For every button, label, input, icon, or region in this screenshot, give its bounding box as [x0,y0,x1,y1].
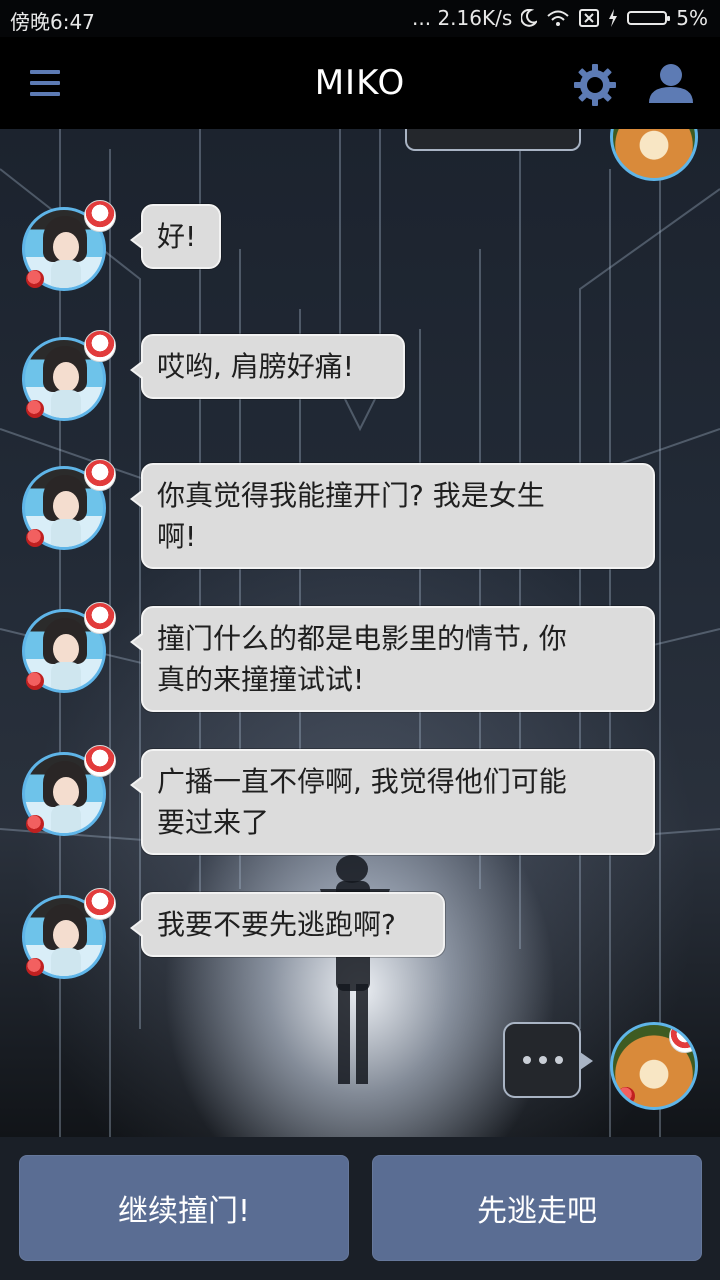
cake-badge-icon [84,602,116,634]
message-text-line: 哎哟, 肩膀好痛! [157,350,355,383]
strawberry-badge-icon [26,815,44,833]
message-text-line: 真的来撞撞试试! [157,663,365,696]
battery-percent: 5% [676,6,708,30]
choice-button-continue[interactable]: 继续撞门! [19,1155,349,1261]
strawberry-badge-icon [617,1087,635,1105]
strawberry-badge-icon [26,270,44,288]
message-bubble: 你真觉得我能撞开门? 我是女生 啊! [130,463,655,569]
message-text-line: 广播一直不停啊, 我觉得他们可能 [157,765,567,798]
cake-badge-icon [84,330,116,362]
message-text-line: 我要不要先逃跑啊? [157,908,396,941]
avatar-face [53,232,79,262]
strawberry-badge-icon [26,400,44,418]
choice-button-escape[interactable]: 先逃走吧 [372,1155,702,1261]
message-bubble: 好! [130,204,221,269]
message-text-line: 撞门什么的都是电影里的情节, 你 [157,622,567,655]
app-bar: MIKO [0,37,720,129]
avatar-body [51,948,81,976]
network-speed: ... 2.16K/s [412,6,513,30]
moon-icon [521,9,538,27]
message-bubble: 撞门什么的都是电影里的情节, 你真的来撞撞试试! [130,606,655,712]
charging-icon [609,9,618,27]
no-sim-icon [579,9,600,27]
typing-dot [539,1056,547,1064]
strawberry-badge-icon [26,672,44,690]
cake-badge-icon [669,1025,695,1053]
avatar-face [53,920,79,950]
strawberry-badge-icon [26,958,44,976]
message-text-line: 你真觉得我能撞开门? 我是女生 [157,479,545,512]
message-bubble: 哎哟, 肩膀好痛! [130,334,405,399]
cake-badge-icon [84,459,116,491]
status-icons: ... 2.16K/s 5% [412,6,708,30]
previous-message-bubble [405,129,581,151]
message-text-line: 要过来了 [157,806,270,839]
message-bubble: 广播一直不停啊, 我觉得他们可能 要过来了 [130,749,655,855]
status-time: 傍晚6:47 [10,10,95,34]
choice-panel: 继续撞门! 先逃走吧 [0,1137,720,1280]
strawberry-badge-icon [26,529,44,547]
avatar-body [51,260,81,288]
avatar-body [51,805,81,833]
chat-area[interactable]: 好! 哎哟, 肩膀好痛! 你真觉得我能撞开门? 我是女生 啊! 撞门什么的都是电影里的情… [0,129,720,1137]
avatar-face [53,777,79,807]
avatar-body [51,390,81,418]
gear-icon[interactable] [573,63,617,107]
person-icon[interactable] [647,63,695,103]
typing-indicator [503,1022,593,1098]
battery-icon [627,11,671,25]
message-text-line: 啊! [157,520,197,553]
message-text-line: 好! [157,220,197,253]
player-avatar[interactable] [610,1022,698,1110]
cake-badge-icon [84,745,116,777]
avatar-body [51,662,81,690]
typing-dot [523,1056,531,1064]
cake-badge-icon [84,200,116,232]
message-bubble: 我要不要先逃跑啊? [130,892,445,957]
avatar-face [53,362,79,392]
avatar-face [53,491,79,521]
cake-badge-icon [84,888,116,920]
status-bar: 傍晚6:47 ... 2.16K/s 5% [0,0,720,37]
avatar-face [53,634,79,664]
wifi-icon [547,10,569,26]
typing-dot [555,1056,563,1064]
avatar-body [51,519,81,547]
